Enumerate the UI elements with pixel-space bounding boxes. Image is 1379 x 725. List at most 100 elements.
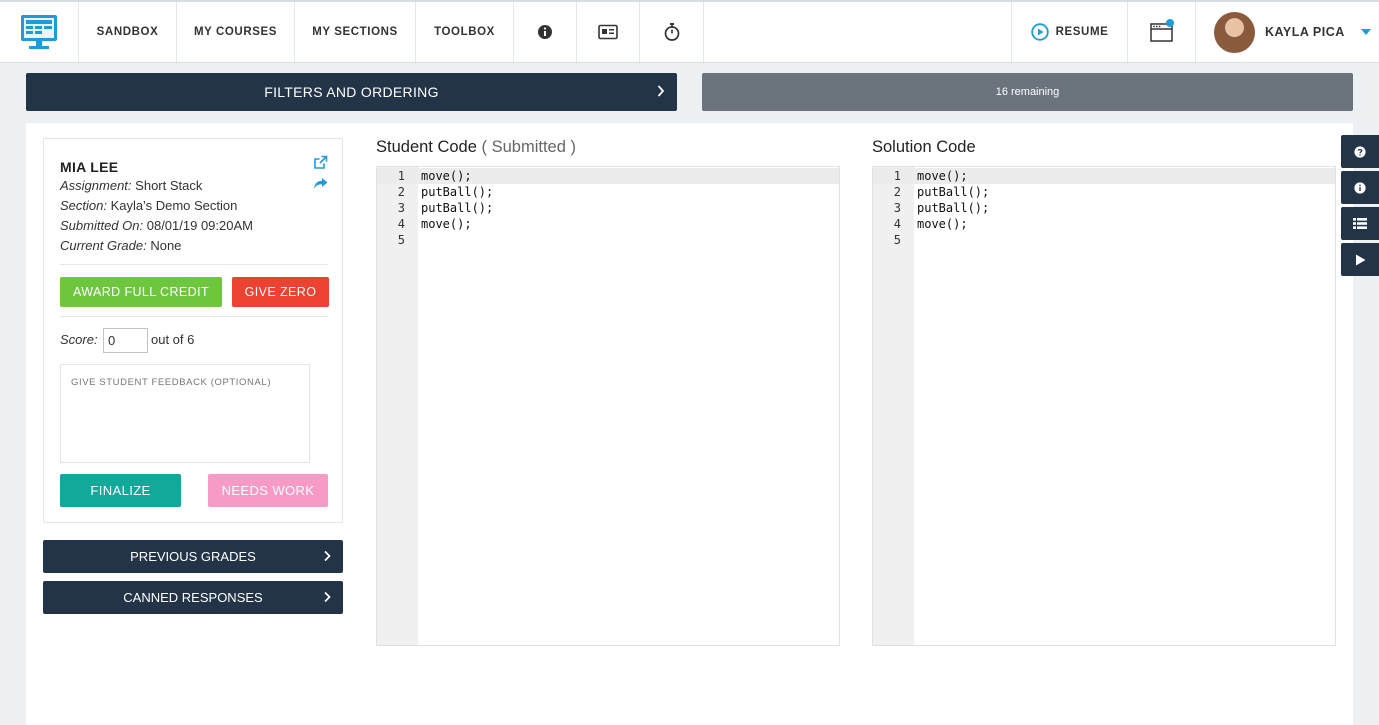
stopwatch-icon [664,23,679,41]
finalize-button[interactable]: FINALIZE [60,474,181,507]
line-number: 3 [893,201,901,215]
divider [60,264,328,265]
id-card-icon [598,24,618,40]
section-line: Section: Kayla's Demo Section [60,198,237,213]
code-text: putBall(); [421,201,494,215]
canned-responses-button[interactable]: CANNED RESPONSES [43,581,343,614]
list-icon [1353,218,1367,229]
code-line: 1 move(); [377,168,839,184]
assignment-label: Assignment: [60,178,132,193]
line-number: 1 [397,169,405,183]
divider [60,316,328,317]
score-label: Score: [60,332,98,347]
line-number: 4 [893,217,901,231]
resume-label: RESUME [1055,26,1109,38]
code-text: move(); [917,169,968,183]
code-text: putBall(); [917,201,990,215]
resume-button[interactable]: RESUME [1012,2,1128,62]
code-text: move(); [421,169,472,183]
code-text: move(); [917,217,968,231]
assignment-line: Assignment: Short Stack [60,178,202,193]
chevron-right-icon [324,591,331,603]
student-code-title: Student Code ( Submitted ) [376,138,576,157]
list-tab[interactable] [1341,207,1379,240]
submission-status: ( Submitted ) [481,138,576,156]
nav-timer-button[interactable] [640,2,704,62]
right-side-tabs [1341,135,1379,279]
student-code-editor[interactable]: 1 move(); 2 putBall(); 3 putBall(); 4 move()… [376,166,840,646]
user-menu[interactable]: KAYLA PICA [1196,2,1379,62]
external-link-icon[interactable] [313,155,328,170]
share-arrow-icon[interactable] [313,177,328,191]
submitted-line: Submitted On: 08/01/19 09:20AM [60,218,253,233]
play-circle-icon [1030,23,1049,41]
feedback-textarea[interactable] [60,364,310,463]
play-icon [1355,254,1365,265]
info-tab[interactable] [1341,171,1379,204]
score-input[interactable] [103,328,148,353]
browser-window-icon [1149,19,1174,42]
needs-work-button[interactable]: NEEDS WORK [208,474,328,507]
nav-my-courses[interactable]: MY COURSES [177,2,295,62]
code-line: 1 move(); [873,168,1335,184]
score-out-of: out of 6 [151,332,195,347]
line-number: 2 [893,185,901,199]
play-tab[interactable] [1341,243,1379,276]
line-number: 4 [397,217,405,231]
section-value: Kayla's Demo Section [110,198,238,213]
student-name: MIA LEE [60,159,119,175]
avatar [1214,11,1255,53]
student-code-title-text: Student Code [376,138,477,156]
remaining-count-bar: 16 remaining [702,73,1353,111]
line-number: 3 [397,201,405,215]
caret-down-icon [1360,29,1371,35]
code-text: move(); [421,217,472,231]
award-full-credit-button[interactable]: AWARD FULL CREDIT [60,277,222,307]
previous-grades-label: PREVIOUS GRADES [130,549,256,564]
info-icon [1354,181,1366,194]
grade-line: Current Grade: None [60,238,181,253]
nav-sandbox[interactable]: SANDBOX [79,2,177,62]
chevron-right-icon [657,85,665,97]
code-line: 5 [873,232,1335,248]
help-tab[interactable] [1341,135,1379,168]
line-number: 5 [893,233,901,247]
line-number: 2 [397,185,405,199]
previous-grades-button[interactable]: PREVIOUS GRADES [43,540,343,573]
code-line: 3 putBall(); [873,200,1335,216]
chevron-right-icon [324,550,331,562]
question-icon [1354,145,1366,158]
code-line: 2 putBall(); [873,184,1335,200]
code-line: 5 [377,232,839,248]
nav-info-button[interactable] [514,2,577,62]
code-line: 4 move(); [873,216,1335,232]
info-icon [538,25,552,39]
nav-spacer [704,2,1012,62]
monitor-logo-icon [21,15,57,49]
nav-my-sections[interactable]: MY SECTIONS [295,2,416,62]
line-number: 5 [397,233,405,247]
assignment-value: Short Stack [135,178,203,193]
canned-responses-label: CANNED RESPONSES [123,590,263,605]
code-line: 4 move(); [377,216,839,232]
code-line: 3 putBall(); [377,200,839,216]
code-text: putBall(); [421,185,494,199]
remaining-label: 16 remaining [995,86,1060,98]
solution-code-title: Solution Code [872,138,976,156]
top-nav: SANDBOX MY COURSES MY SECTIONS TOOLBOX R… [0,0,1379,63]
nav-id-card-button[interactable] [577,2,640,62]
student-card: MIA LEE Assignment: Short Stack Section:… [43,138,343,523]
code-text: putBall(); [917,185,990,199]
solution-code-editor[interactable]: 1 move(); 2 putBall(); 3 putBall(); 4 move()… [872,166,1336,646]
nav-toolbox[interactable]: TOOLBOX [416,2,514,62]
line-number: 1 [893,169,901,183]
filters-and-ordering-button[interactable]: FILTERS AND ORDERING [26,73,677,111]
submitted-value: 08/01/19 09:20AM [146,218,253,233]
filters-label: FILTERS AND ORDERING [264,84,439,100]
logo[interactable] [0,2,79,62]
code-line: 2 putBall(); [377,184,839,200]
give-zero-button[interactable]: GIVE ZERO [232,277,329,307]
user-name: KAYLA PICA [1265,25,1345,39]
notifications-button[interactable] [1128,2,1196,62]
grade-label: Current Grade: [60,238,147,253]
